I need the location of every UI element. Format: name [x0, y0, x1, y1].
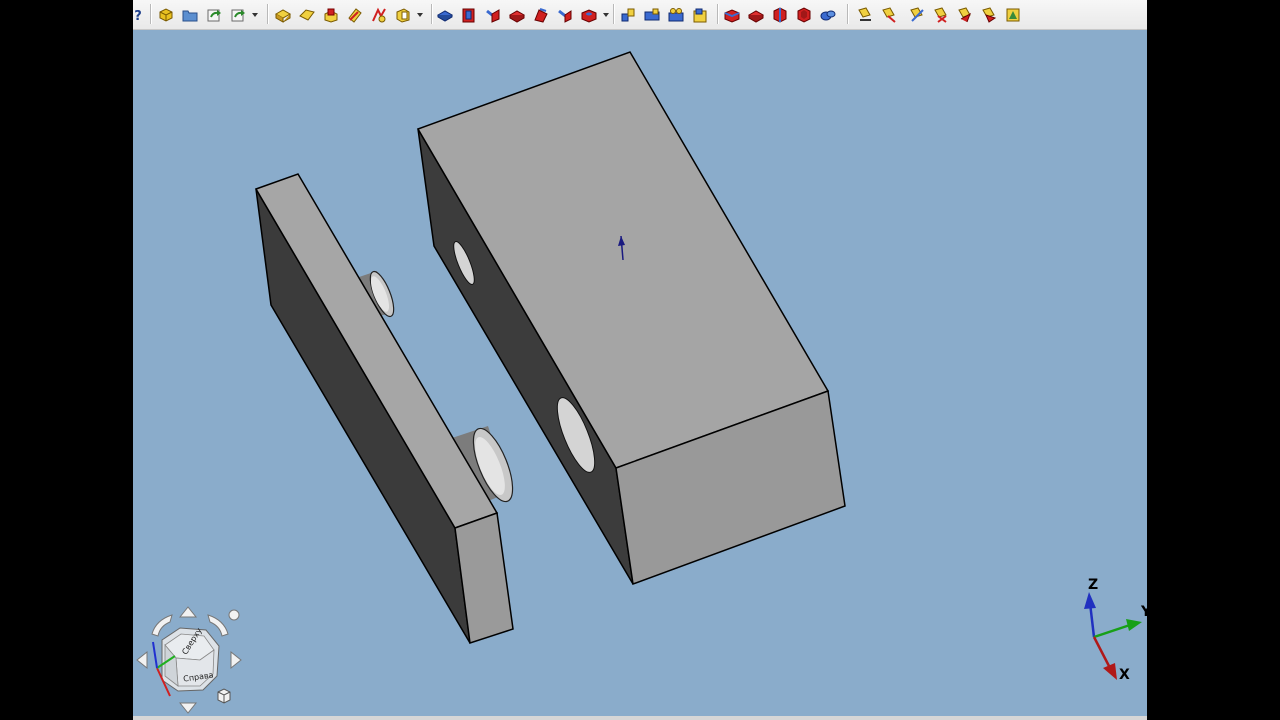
chamfer-icon[interactable]	[368, 4, 390, 26]
pan-right-arrow-icon[interactable]	[230, 650, 242, 670]
pan-down-arrow-icon[interactable]	[178, 702, 198, 714]
y-axis-arrow-icon	[1126, 619, 1142, 631]
revolve-feature-icon[interactable]	[482, 4, 504, 26]
part-box-icon[interactable]	[155, 4, 177, 26]
cube-z-axis	[152, 641, 158, 669]
z-axis-label: Z	[1088, 577, 1098, 593]
3d-scene	[254, 51, 846, 644]
chevron-down-icon[interactable]	[416, 4, 423, 26]
polar-pattern-icon[interactable]	[665, 4, 687, 26]
redo-export-icon[interactable]	[203, 4, 225, 26]
x-axis-label: X	[1119, 667, 1130, 683]
measure-delta-icon[interactable]	[1002, 4, 1024, 26]
main-toolbar: ?	[133, 0, 1147, 30]
view-menu-icon[interactable]	[228, 609, 240, 621]
boolean-icon[interactable]	[817, 4, 839, 26]
loft-icon[interactable]	[530, 4, 552, 26]
svg-text:?: ?	[134, 9, 142, 24]
extrude-icon[interactable]	[272, 4, 294, 26]
measure-linear-icon[interactable]	[854, 4, 876, 26]
thickness-icon[interactable]	[793, 4, 815, 26]
x-axis-arrow-icon	[1103, 663, 1117, 680]
fillet-feature-icon[interactable]	[721, 4, 743, 26]
z-axis-arrow-icon	[1084, 592, 1096, 609]
redo-export-icon[interactable]	[227, 4, 249, 26]
rotate-left-arrow-icon[interactable]	[151, 614, 173, 637]
pad-icon[interactable]	[434, 4, 456, 26]
axis-indicator: Z Y X	[1084, 577, 1147, 683]
measure-refresh-icon[interactable]	[906, 4, 928, 26]
revolve-icon[interactable]	[296, 4, 318, 26]
help-whats-this-icon[interactable]: ?	[133, 4, 149, 26]
status-bar-edge	[133, 716, 1147, 720]
mirror-icon[interactable]	[320, 4, 342, 26]
rotate-right-arrow-icon[interactable]	[207, 614, 229, 637]
chevron-down-icon[interactable]	[251, 4, 258, 26]
linear-pattern-icon[interactable]	[641, 4, 663, 26]
3d-viewport[interactable]: Сверху Справа Z Y X	[133, 29, 1147, 720]
sweep-icon[interactable]	[554, 4, 576, 26]
section-icon[interactable]	[392, 4, 414, 26]
multi-transform-icon[interactable]	[689, 4, 711, 26]
freecad-window: ? Сверху Справа Z Y X	[133, 0, 1147, 720]
groove-icon[interactable]	[506, 4, 528, 26]
measure-toggle-icon[interactable]	[954, 4, 976, 26]
pocket-icon[interactable]	[458, 4, 480, 26]
chamfer-feature-icon[interactable]	[745, 4, 767, 26]
pan-left-arrow-icon[interactable]	[136, 650, 148, 670]
pan-up-arrow-icon[interactable]	[178, 606, 198, 618]
draft-icon[interactable]	[769, 4, 791, 26]
fillet-icon[interactable]	[344, 4, 366, 26]
view-home-icon[interactable]	[217, 688, 231, 704]
y-axis-line	[1093, 623, 1131, 639]
hole-icon[interactable]	[578, 4, 600, 26]
navigation-cube[interactable]: Сверху Справа	[133, 605, 253, 720]
measure-toggle-3d-icon[interactable]	[978, 4, 1000, 26]
measure-clear-icon[interactable]	[930, 4, 952, 26]
measure-angular-icon[interactable]	[878, 4, 900, 26]
y-axis-label: Y	[1140, 604, 1147, 620]
chevron-down-icon[interactable]	[602, 4, 609, 26]
x-axis-line	[1092, 636, 1112, 669]
mirrored-icon[interactable]	[617, 4, 639, 26]
open-folder-icon[interactable]	[179, 4, 201, 26]
